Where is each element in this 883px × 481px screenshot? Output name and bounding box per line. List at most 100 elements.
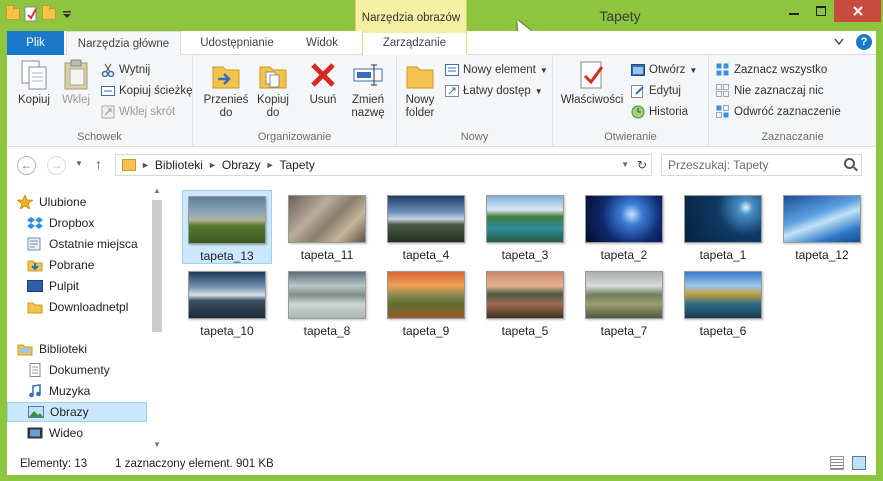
file-item-tapeta-12[interactable]: tapeta_12 bbox=[777, 190, 867, 264]
copy-path-icon bbox=[101, 84, 115, 98]
file-item-tapeta-6[interactable]: tapeta_6 bbox=[678, 266, 768, 340]
customize-qat-icon[interactable] bbox=[60, 6, 74, 22]
star-icon bbox=[16, 193, 34, 211]
scrollbar-thumb[interactable] bbox=[152, 200, 162, 332]
copy-button[interactable]: Kopiuj bbox=[13, 59, 55, 107]
refresh-icon[interactable]: ↻ bbox=[637, 158, 647, 172]
chevron-right-icon[interactable]: ► bbox=[266, 160, 275, 170]
breadcrumb-item[interactable]: Biblioteki bbox=[155, 158, 203, 172]
nav-item-downloads[interactable]: Pobrane bbox=[7, 255, 147, 275]
libraries-icon bbox=[17, 342, 33, 356]
close-button[interactable] bbox=[834, 0, 881, 22]
file-item-tapeta-5[interactable]: tapeta_5 bbox=[480, 266, 570, 340]
folder-icon[interactable] bbox=[6, 5, 20, 22]
address-bar-row: ← → ▼ ↑ ► Biblioteki ► Obrazy ► Tapety ▼… bbox=[7, 147, 876, 184]
new-item-button[interactable]: Nowy element ▼ bbox=[445, 63, 548, 77]
properties-icon[interactable] bbox=[24, 6, 38, 22]
select-all-label: Zaznacz wszystko bbox=[734, 64, 828, 76]
maximize-icon bbox=[815, 6, 826, 16]
file-item-tapeta-4[interactable]: tapeta_4 bbox=[381, 190, 471, 264]
tab-share[interactable]: Udostępnianie bbox=[193, 31, 281, 55]
file-name: tapeta_8 bbox=[303, 324, 351, 338]
copy-path-label: Kopiuj ścieżkę bbox=[119, 85, 193, 97]
open-button[interactable]: Otwórz ▼ bbox=[631, 63, 697, 77]
chevron-right-icon[interactable]: ► bbox=[141, 160, 150, 170]
copy-path-button[interactable]: Kopiuj ścieżkę bbox=[101, 84, 193, 98]
nav-scrollbar[interactable]: ▲ ▼ bbox=[149, 184, 165, 451]
cut-label: Wytnij bbox=[119, 64, 151, 76]
select-none-button[interactable]: Nie zaznaczaj nic bbox=[716, 84, 823, 98]
file-item-tapeta-3[interactable]: tapeta_3 bbox=[480, 190, 570, 264]
thumbnail-image bbox=[288, 195, 366, 243]
thumbnail-image bbox=[486, 271, 564, 319]
move-to-icon bbox=[210, 59, 242, 91]
maximize-button[interactable] bbox=[807, 0, 834, 22]
scroll-up-icon[interactable]: ▲ bbox=[153, 186, 161, 195]
music-icon bbox=[27, 384, 43, 398]
move-to-button[interactable]: Przenieś do bbox=[203, 59, 249, 120]
file-item-tapeta-10[interactable]: tapeta_10 bbox=[182, 266, 272, 340]
invert-selection-button[interactable]: Odwróć zaznaczenie bbox=[716, 105, 841, 119]
nav-item-libraries[interactable]: Biblioteki bbox=[7, 339, 147, 359]
help-icon[interactable]: ? bbox=[856, 34, 872, 50]
scroll-down-icon[interactable]: ▼ bbox=[153, 440, 161, 449]
expand-ribbon-icon[interactable] bbox=[834, 38, 844, 46]
breadcrumb[interactable]: ► Biblioteki ► Obrazy ► Tapety ▼ ↻ bbox=[115, 154, 652, 176]
file-item-tapeta-1[interactable]: tapeta_1 bbox=[678, 190, 768, 264]
easy-access-button[interactable]: Łatwy dostęp ▼ bbox=[445, 84, 543, 98]
file-name: tapeta_11 bbox=[300, 248, 354, 262]
file-item-tapeta-13[interactable]: tapeta_13 bbox=[182, 190, 272, 264]
history-button[interactable]: Historia bbox=[631, 105, 688, 119]
address-dropdown-icon[interactable]: ▼ bbox=[621, 160, 629, 169]
file-item-tapeta-7[interactable]: tapeta_7 bbox=[579, 266, 669, 340]
nav-item-favorites[interactable]: Ulubione bbox=[7, 192, 147, 212]
open-label: Otwórz bbox=[649, 64, 686, 76]
tab-view[interactable]: Widok bbox=[293, 31, 351, 55]
nav-item-documents[interactable]: Dokumenty bbox=[7, 360, 147, 380]
nav-item-downloadnetpl[interactable]: Downloadnetpl bbox=[7, 297, 147, 317]
file-item-tapeta-9[interactable]: tapeta_9 bbox=[381, 266, 471, 340]
breadcrumb-item[interactable]: Obrazy bbox=[222, 158, 261, 172]
nav-item-video[interactable]: Wideo bbox=[7, 423, 147, 443]
select-all-button[interactable]: Zaznacz wszystko bbox=[716, 63, 827, 77]
up-arrow-icon[interactable]: ↑ bbox=[95, 156, 102, 172]
file-item-tapeta-2[interactable]: tapeta_2 bbox=[579, 190, 669, 264]
forward-button[interactable]: → bbox=[47, 156, 66, 175]
paste-shortcut-button[interactable]: Wklej skrót bbox=[101, 105, 175, 119]
cut-button[interactable]: Wytnij bbox=[101, 63, 151, 78]
chevron-right-icon[interactable]: ► bbox=[208, 160, 217, 170]
rename-button[interactable]: Zmień nazwę bbox=[347, 59, 389, 120]
nav-item-recent[interactable]: Ostatnie miejsca bbox=[7, 234, 147, 254]
copy-to-button[interactable]: Kopiuj do bbox=[253, 59, 293, 120]
new-folder-icon[interactable] bbox=[42, 5, 56, 22]
nav-item-desktop[interactable]: Pulpit bbox=[7, 276, 147, 296]
back-arrow-icon: ← bbox=[20, 158, 33, 172]
paste-button[interactable]: Wklej bbox=[57, 59, 95, 107]
details-view-icon[interactable] bbox=[830, 456, 844, 470]
copy-to-label-2: do bbox=[266, 107, 280, 119]
nav-item-music[interactable]: Muzyka bbox=[7, 381, 147, 401]
nav-item-dropbox[interactable]: Dropbox bbox=[7, 213, 147, 233]
tab-file[interactable]: Plik bbox=[7, 31, 64, 55]
select-none-label: Nie zaznaczaj nic bbox=[734, 85, 824, 97]
minimize-button[interactable] bbox=[780, 0, 807, 22]
tab-manage[interactable]: Zarządzanie bbox=[362, 31, 467, 55]
tab-home[interactable]: Narzędzia główne bbox=[66, 31, 181, 56]
thumbnail-image bbox=[288, 271, 366, 319]
file-item-tapeta-11[interactable]: tapeta_11 bbox=[282, 190, 372, 264]
recent-locations-icon[interactable]: ▼ bbox=[75, 159, 83, 168]
caption-buttons bbox=[780, 0, 881, 22]
forward-arrow-icon: → bbox=[50, 158, 63, 172]
search-input[interactable]: Przeszukaj: Tapety bbox=[661, 154, 862, 176]
properties-button[interactable]: Właściwości bbox=[559, 59, 625, 107]
large-icons-view-icon[interactable] bbox=[852, 456, 866, 470]
edit-button[interactable]: Edytuj bbox=[631, 84, 681, 98]
delete-button[interactable]: Usuń bbox=[305, 59, 341, 107]
nav-item-pictures[interactable]: Obrazy bbox=[7, 402, 147, 422]
new-folder-button[interactable]: Nowy folder bbox=[401, 59, 439, 120]
thumbnail-image bbox=[188, 196, 266, 244]
breadcrumb-item[interactable]: Tapety bbox=[279, 158, 314, 172]
file-name: tapeta_2 bbox=[600, 248, 648, 262]
back-button[interactable]: ← bbox=[17, 156, 36, 175]
file-item-tapeta-8[interactable]: tapeta_8 bbox=[282, 266, 372, 340]
